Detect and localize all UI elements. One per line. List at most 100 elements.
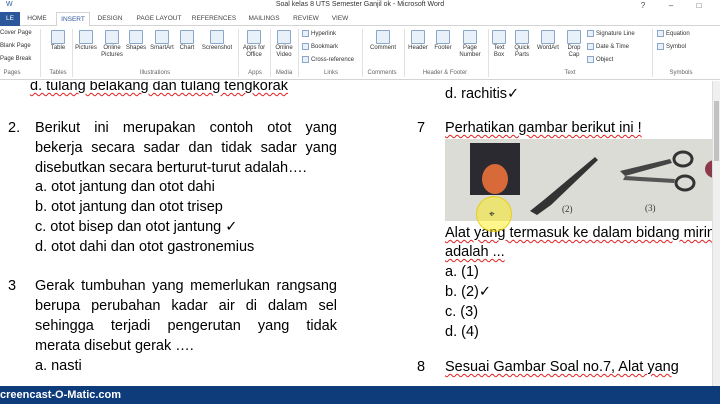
table-button[interactable]: Table [46, 30, 70, 52]
bookmark-button[interactable]: Bookmark [302, 43, 338, 50]
q3-line-2: berupa perubahan kadar air di dalam sel [35, 298, 337, 314]
cover-page-button[interactable]: Cover Page [0, 30, 32, 36]
smartart-button[interactable]: SmartArt [148, 30, 176, 52]
footer-button[interactable]: Footer [431, 30, 455, 52]
tab-design[interactable]: DESIGN [93, 12, 127, 26]
group-label-tables: Tables [49, 70, 67, 76]
group-label-symbols: Symbols [669, 70, 693, 76]
header-icon [411, 30, 425, 44]
page-break-button[interactable]: Page Break [0, 56, 31, 62]
q2-option-b: b. otot jantung dan otot trisep [35, 199, 223, 215]
partial-line-right: d. rachitis✓ [445, 86, 520, 102]
online-pictures-button[interactable]: Online Pictures [100, 30, 124, 59]
signature-icon [587, 30, 594, 37]
cross-reference-icon [302, 56, 309, 63]
shapes-button[interactable]: Shapes [125, 30, 147, 52]
q2-line-2: bekerja secara sadar dan tidak sadar yan… [35, 140, 337, 156]
q7-option-c: c. (3) [445, 304, 479, 320]
q7-option-b: b. (2)✓ [445, 284, 491, 300]
tab-mailings[interactable]: MAILINGS [244, 12, 284, 26]
omega-icon [657, 43, 664, 50]
q3-option-a: a. nasti [35, 358, 82, 374]
maximize-button[interactable]: □ [688, 0, 710, 12]
group-label-pages: Pages [3, 70, 21, 76]
symbol-button[interactable]: Symbol [657, 43, 686, 50]
q2-option-c: c. otot bisep dan otot jantung ✓ [35, 219, 238, 235]
q7-after-line-2: adalah ... [445, 244, 505, 260]
apps-for-office-button[interactable]: Apps for Office [240, 30, 268, 59]
header-button[interactable]: Header [405, 30, 431, 52]
ribbon-tabs: LE HOME INSERT DESIGN PAGE LAYOUT REFERE… [0, 12, 720, 27]
date-time-button[interactable]: Date & Time [587, 43, 629, 50]
group-label-links: Links [323, 70, 338, 76]
ribbon-insert: Cover Page Blank Page Page Break Pages T… [0, 26, 720, 80]
q8-number: 8 [417, 359, 426, 375]
group-label-apps: Apps [248, 70, 262, 76]
figure-label-2: (2) [562, 204, 573, 214]
hyperlink-button[interactable]: Hyperlink [302, 30, 336, 37]
quick-parts-icon [515, 30, 529, 44]
recorder-watermark: creencast-O-Matic.com [0, 389, 122, 401]
online-pictures-icon [105, 30, 119, 44]
group-label-text: Text [564, 70, 576, 76]
tab-home[interactable]: HOME [22, 12, 52, 26]
q3-number: 3 [8, 278, 17, 294]
q2-option-d: d. otot dahi dan otot gastronemius [35, 239, 255, 255]
chart-icon [180, 30, 194, 44]
apps-icon [247, 30, 261, 44]
text-box-icon [492, 30, 506, 44]
chart-button[interactable]: Chart [177, 30, 197, 52]
screenshot-button[interactable]: Screenshot [198, 30, 236, 52]
minimize-button[interactable]: – [660, 0, 682, 12]
object-button[interactable]: Object [587, 56, 613, 63]
q7-option-d: d. (4) [445, 324, 479, 340]
q2-number: 2. [8, 120, 21, 136]
calendar-icon [587, 43, 594, 50]
scrollbar-thumb[interactable] [714, 101, 719, 161]
drop-cap-button[interactable]: Drop Cap [563, 30, 585, 59]
text-box-button[interactable]: Text Box [489, 30, 509, 59]
hyperlink-icon [302, 30, 309, 37]
wordart-button[interactable]: WordArt [534, 30, 562, 52]
bookmark-icon [302, 43, 309, 50]
object-icon [587, 56, 594, 63]
wordart-icon [541, 30, 555, 44]
equation-button[interactable]: Equation [657, 30, 690, 37]
screenshot-icon [210, 30, 224, 44]
page-number-button[interactable]: Page Number [455, 30, 485, 59]
q8-line: Sesuai Gambar Soal no.7, Alat yang [445, 359, 679, 375]
tab-insert[interactable]: INSERT [56, 12, 90, 27]
comment-icon [376, 30, 390, 44]
pi-icon [657, 30, 664, 37]
q7-line: Perhatikan gambar berikut ini ! [445, 120, 642, 136]
vertical-scrollbar[interactable] [712, 81, 720, 386]
q3-line-3: sehingga terjadi pengerutan yang tidak [35, 318, 337, 334]
q2-line-1: Berikut ini merupakan contoh otot yang [35, 120, 337, 136]
group-label-comments: Comments [367, 70, 397, 76]
quick-parts-button[interactable]: Quick Parts [510, 30, 534, 59]
q7-number: 7 [417, 120, 426, 136]
window-title: Soal kelas 8 UTS Semester Ganjil ok - Mi… [275, 1, 445, 8]
mouse-cursor-icon: ⌖ [489, 209, 495, 220]
blank-page-button[interactable]: Blank Page [0, 43, 31, 49]
help-button[interactable]: ? [632, 0, 654, 12]
signature-line-button[interactable]: Signature Line [587, 30, 635, 37]
q3-line-1: Gerak tumbuhan yang memerlukan rangsang [35, 278, 337, 294]
tab-view[interactable]: VIEW [327, 12, 353, 26]
shapes-icon [129, 30, 143, 44]
cross-reference-button[interactable]: Cross-reference [302, 56, 354, 63]
title-bar: W Soal kelas 8 UTS Semester Ganjil ok - … [0, 0, 720, 12]
online-video-button[interactable]: Online Video [272, 30, 296, 59]
partial-line-left: d. tulang belakang dan tulang tengkorak [30, 81, 288, 94]
tab-references[interactable]: REFERENCES [191, 12, 237, 26]
comment-button[interactable]: Comment [366, 30, 400, 52]
tab-file[interactable]: LE [0, 12, 20, 26]
tab-review[interactable]: REVIEW [290, 12, 322, 26]
q2-line-3: disebutkan secara berturut-turut adalah…… [35, 160, 307, 176]
group-label-media: Media [275, 70, 293, 76]
pictures-icon [79, 30, 93, 44]
pictures-button[interactable]: Pictures [74, 30, 98, 52]
smartart-icon [155, 30, 169, 44]
tab-page-layout[interactable]: PAGE LAYOUT [131, 12, 187, 26]
group-label-header-footer: Header & Footer [422, 70, 468, 76]
